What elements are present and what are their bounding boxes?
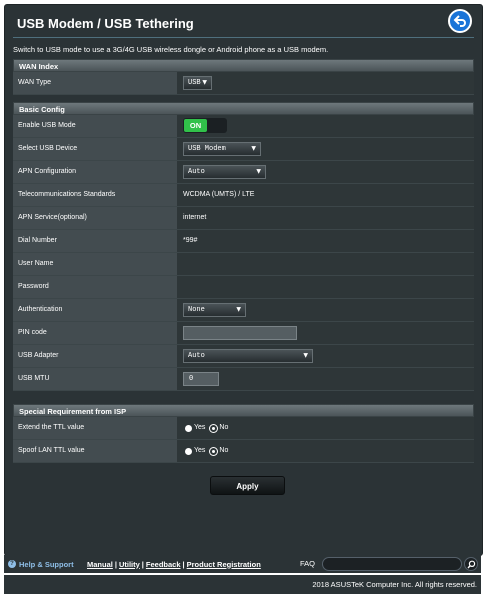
apn-service-label: APN Service(optional)	[13, 207, 177, 229]
dropdown-arrow-icon: ▼	[236, 306, 241, 313]
apn-configuration-value: Auto	[188, 168, 205, 176]
row-password: Password	[13, 276, 474, 299]
row-extend-ttl: Extend the TTL value Yes No	[13, 417, 474, 440]
help-icon: ?	[8, 560, 16, 568]
page-root: USB Modem / USB Tethering Switch to USB …	[0, 0, 485, 595]
wan-type-label: WAN Type	[13, 72, 177, 94]
dial-number-value: *99#	[177, 230, 474, 252]
faq-label: FAQ	[300, 559, 316, 568]
spoof-ttl-radio-group: Yes No	[185, 440, 233, 462]
row-authentication: Authentication None ▼	[13, 299, 474, 322]
usb-mtu-label: USB MTU	[13, 368, 177, 390]
usb-adapter-select[interactable]: Auto ▼	[183, 349, 313, 363]
authentication-value: None	[188, 306, 205, 314]
dropdown-arrow-icon: ▼	[256, 168, 261, 175]
row-pin-code: PIN code	[13, 322, 474, 345]
search-icon	[466, 560, 475, 568]
apn-configuration-select[interactable]: Auto ▼	[183, 165, 266, 179]
page-title: USB Modem / USB Tethering	[17, 16, 194, 31]
row-select-usb-device: Select USB Device USB Modem ▼	[13, 138, 474, 161]
row-spoof-ttl: Spoof LAN TTL value Yes No	[13, 440, 474, 463]
extend-ttl-radio-group: Yes No	[185, 417, 233, 439]
telecom-standards-label: Telecommunications Standards	[13, 184, 177, 206]
spoof-ttl-yes-radio[interactable]	[185, 447, 192, 455]
pin-code-label: PIN code	[13, 322, 177, 344]
back-arrow-icon	[453, 15, 466, 27]
section-header-wan-index: WAN Index	[13, 59, 474, 72]
radio-no-label: No	[219, 424, 229, 431]
row-telecom-standards: Telecommunications Standards WCDMA (UMTS…	[13, 184, 474, 207]
authentication-select[interactable]: None ▼	[183, 303, 246, 317]
extend-ttl-no-radio[interactable]	[210, 424, 218, 432]
wan-type-value: USB	[188, 79, 201, 87]
spoof-ttl-no-radio[interactable]	[210, 447, 218, 455]
radio-no-label: No	[219, 447, 229, 454]
usb-device-select[interactable]: USB Modem ▼	[183, 142, 261, 156]
row-usb-mtu: USB MTU 0	[13, 368, 474, 391]
faq-search-input[interactable]	[322, 557, 462, 571]
extend-ttl-label: Extend the TTL value	[13, 417, 177, 439]
title-divider	[13, 37, 474, 38]
radio-yes-label: Yes	[194, 424, 206, 431]
back-button[interactable]	[448, 9, 472, 33]
row-wan-type: WAN Type USB ▼	[13, 72, 474, 95]
dropdown-arrow-icon: ▼	[303, 352, 308, 359]
radio-yes-label: Yes	[194, 447, 206, 454]
footer-links: Manual | Utility | Feedback | Product Re…	[87, 555, 261, 573]
authentication-label: Authentication	[13, 299, 177, 321]
basic-config-section: Basic Config Enable USB Mode ON Select U…	[13, 102, 474, 391]
pin-code-input[interactable]	[183, 326, 297, 340]
footer-separator: |	[182, 559, 185, 569]
row-usb-adapter: USB Adapter Auto ▼	[13, 345, 474, 368]
wan-index-section: WAN Index WAN Type USB ▼	[13, 59, 474, 95]
dial-number-label: Dial Number	[13, 230, 177, 252]
feedback-link[interactable]: Feedback	[146, 560, 181, 569]
apn-configuration-label: APN Configuration	[13, 161, 177, 183]
help-support-link[interactable]: ? Help & Support	[8, 555, 74, 573]
manual-link[interactable]: Manual	[87, 560, 113, 569]
footer-bar: ? Help & Support Manual | Utility | Feed…	[4, 555, 481, 573]
row-user-name: User Name	[13, 253, 474, 276]
row-enable-usb-mode: Enable USB Mode ON	[13, 115, 474, 138]
enable-usb-mode-label: Enable USB Mode	[13, 115, 177, 137]
password-label: Password	[13, 276, 177, 298]
page-description: Switch to USB mode to use a 3G/4G USB wi…	[13, 45, 329, 54]
wan-type-select[interactable]: USB ▼	[183, 76, 212, 90]
footer-separator: |	[141, 559, 144, 569]
apn-service-value: internet	[177, 207, 474, 229]
usb-adapter-value: Auto	[188, 352, 205, 360]
section-header-special-isp: Special Requirement from ISP	[13, 404, 474, 417]
dropdown-arrow-icon: ▼	[202, 79, 207, 86]
apply-button[interactable]: Apply	[210, 476, 285, 495]
help-support-label: Help & Support	[19, 559, 74, 569]
telecom-standards-value: WCDMA (UMTS) / LTE	[177, 184, 474, 206]
utility-link[interactable]: Utility	[119, 560, 140, 569]
toggle-on-label: ON	[184, 119, 207, 132]
user-name-value	[177, 253, 474, 275]
product-registration-link[interactable]: Product Registration	[187, 560, 261, 569]
password-value	[177, 276, 474, 298]
usb-mtu-input[interactable]: 0	[183, 372, 219, 386]
special-isp-section: Special Requirement from ISP Extend the …	[13, 404, 474, 463]
spoof-ttl-label: Spoof LAN TTL value	[13, 440, 177, 462]
user-name-label: User Name	[13, 253, 177, 275]
extend-ttl-yes-radio[interactable]	[185, 424, 192, 432]
section-header-basic-config: Basic Config	[13, 102, 474, 115]
row-apn-configuration: APN Configuration Auto ▼	[13, 161, 474, 184]
select-usb-device-label: Select USB Device	[13, 138, 177, 160]
dropdown-arrow-icon: ▼	[251, 145, 256, 152]
usb-device-value: USB Modem	[188, 145, 226, 153]
row-dial-number: Dial Number *99#	[13, 230, 474, 253]
enable-usb-mode-toggle[interactable]: ON	[183, 118, 227, 133]
copyright-text: 2018 ASUSTeK Computer Inc. All rights re…	[312, 580, 477, 589]
footer-separator: |	[114, 559, 117, 569]
usb-adapter-label: USB Adapter	[13, 345, 177, 367]
main-panel: USB Modem / USB Tethering Switch to USB …	[4, 4, 483, 556]
copyright-bar: 2018 ASUSTeK Computer Inc. All rights re…	[4, 575, 481, 594]
faq-search-button[interactable]	[464, 557, 478, 571]
row-apn-service: APN Service(optional) internet	[13, 207, 474, 230]
